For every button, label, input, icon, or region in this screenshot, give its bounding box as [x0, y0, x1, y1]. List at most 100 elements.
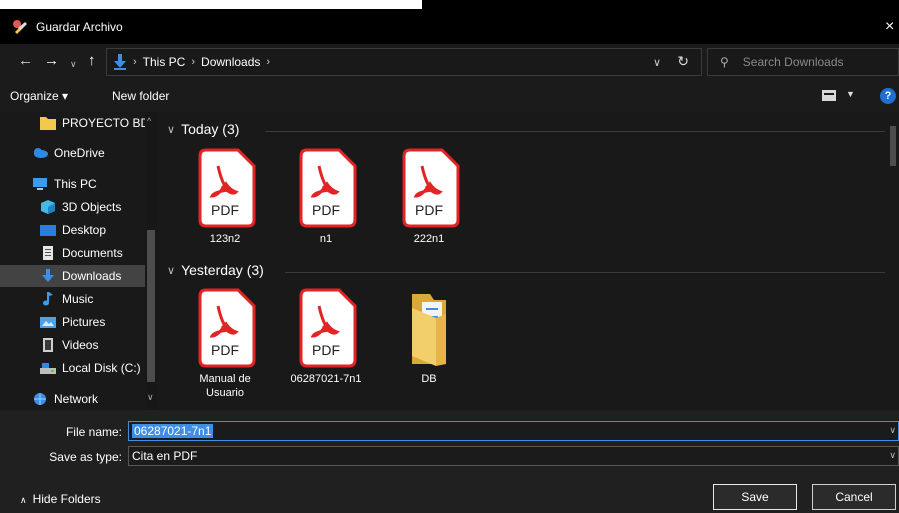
sidebar-item-documents[interactable]: Documents — [0, 242, 145, 264]
file-name-field[interactable]: 06287021-7n1 ∨ — [128, 421, 899, 441]
sidebar-item-desktop[interactable]: Desktop — [0, 219, 145, 241]
chevron-down-icon[interactable]: ▼ — [846, 89, 855, 99]
chevron-up-icon: ∧ — [20, 495, 27, 505]
sidebar-item-local-disk[interactable]: Local Disk (C:) — [0, 357, 145, 379]
title-bar: Guardar Archivo × — [0, 10, 899, 44]
pdf-badge: PDF — [211, 202, 239, 218]
chevron-right-icon: › — [133, 56, 137, 68]
chevron-down-icon[interactable]: ∨ — [889, 425, 896, 436]
file-item[interactable]: PDF Manual de Usuario — [181, 288, 269, 400]
sidebar-item-proyecto[interactable]: PROYECTO BD-P — [0, 112, 145, 134]
command-bar: Organize ▾ New folder ▼ ? — [0, 80, 899, 112]
pdf-badge: PDF — [312, 202, 340, 218]
group-divider — [285, 272, 885, 273]
group-divider — [265, 131, 885, 132]
breadcrumb-this-pc[interactable]: This PC — [143, 55, 186, 69]
group-header-yesterday[interactable]: ∨ Yesterday (3) — [167, 262, 264, 278]
help-icon[interactable]: ? — [880, 88, 896, 104]
forward-arrow-icon[interactable]: → — [44, 53, 59, 69]
chevron-down-icon[interactable]: ∨ — [653, 56, 661, 69]
close-button[interactable]: × — [885, 18, 899, 36]
sidebar-item-downloads[interactable]: Downloads — [0, 265, 145, 287]
sidebar-item-label: This PC — [54, 177, 97, 191]
chevron-right-icon[interactable]: › — [266, 56, 270, 68]
videos-icon — [40, 338, 56, 352]
hide-folders-button[interactable]: ∧ Hide Folders — [20, 492, 101, 506]
sidebar-item-label: Downloads — [62, 269, 122, 283]
sidebar-item-label: Music — [62, 292, 94, 306]
file-item[interactable]: PDF 222n1 — [385, 148, 473, 246]
sidebar-item-label: Network — [54, 392, 99, 406]
document-icon — [40, 246, 56, 260]
scrollbar-thumb[interactable] — [890, 126, 896, 166]
save-button[interactable]: Save — [713, 484, 797, 510]
file-name-label: File name: — [65, 425, 122, 439]
pdf-badge: PDF — [211, 342, 239, 358]
address-bar[interactable]: › This PC › Downloads › ∨ ↻ — [106, 48, 702, 76]
file-item[interactable]: DB — [385, 288, 473, 386]
recent-dropdown-icon[interactable]: ∨ — [70, 56, 77, 72]
file-name: Manual de Usuario — [199, 373, 251, 399]
file-name: n1 — [319, 233, 333, 245]
chevron-down-icon[interactable]: ∨ — [889, 450, 896, 461]
search-placeholder: Search Downloads — [742, 55, 844, 69]
view-options-icon[interactable] — [822, 90, 836, 101]
save-panel: File name: 06287021-7n1 ∨ Save as type: … — [0, 410, 899, 513]
chevron-down-icon[interactable]: ∨ — [147, 392, 154, 403]
chevron-down-icon[interactable]: ∨ — [167, 264, 175, 277]
pictures-icon — [40, 315, 56, 329]
save-type-select[interactable]: Cita en PDF ∨ — [128, 446, 899, 466]
content-scrollbar[interactable] — [887, 112, 899, 410]
organize-button[interactable]: Organize ▾ — [10, 89, 68, 103]
computer-icon — [32, 177, 48, 191]
file-name: 123n2 — [209, 233, 241, 245]
address-row: ← → ∨ ↑ › This PC › Downloads › ∨ ↻ ⚲ Se… — [0, 44, 899, 80]
cube-icon — [40, 200, 56, 214]
sidebar-item-this-pc[interactable]: This PC — [0, 173, 145, 195]
cloud-icon — [32, 146, 48, 160]
sidebar-item-network[interactable]: Network — [0, 388, 145, 410]
back-arrow-icon[interactable]: ← — [18, 53, 33, 69]
file-item[interactable]: PDF 06287021-7n1 — [282, 288, 370, 386]
new-folder-button[interactable]: New folder — [112, 89, 169, 103]
pdf-file-icon: PDF — [293, 288, 359, 368]
scrollbar-thumb[interactable] — [147, 230, 155, 382]
file-name: 222n1 — [413, 233, 445, 245]
refresh-icon[interactable]: ↻ — [677, 53, 689, 70]
pdf-file-icon: PDF — [396, 148, 462, 228]
sidebar-item-label: PROYECTO BD-P — [62, 116, 145, 130]
sidebar-item-label: Documents — [62, 246, 123, 260]
sidebar-item-onedrive[interactable]: OneDrive — [0, 142, 145, 164]
sidebar-item-label: Desktop — [62, 223, 107, 237]
cancel-button[interactable]: Cancel — [812, 484, 896, 510]
search-icon: ⚲ — [720, 55, 729, 69]
pdf-file-icon: PDF — [192, 288, 258, 368]
download-icon — [113, 54, 127, 70]
desktop-icon — [40, 223, 56, 237]
file-item[interactable]: PDF 123n2 — [181, 148, 269, 246]
file-name: 06287021-7n1 — [290, 373, 362, 385]
sidebar-item-music[interactable]: Music — [0, 288, 145, 310]
chevron-down-icon[interactable]: ∨ — [167, 123, 175, 136]
breadcrumb-downloads[interactable]: Downloads — [201, 55, 260, 69]
group-header-today[interactable]: ∨ Today (3) — [167, 121, 239, 137]
sidebar-item-pictures[interactable]: Pictures — [0, 311, 145, 333]
sidebar-item-videos[interactable]: Videos — [0, 334, 145, 356]
file-name: DB — [421, 373, 437, 385]
top-strip — [0, 0, 899, 10]
disk-icon — [40, 361, 56, 375]
file-name-value: 06287021-7n1 — [132, 424, 214, 438]
sidebar-item-3d-objects[interactable]: 3D Objects — [0, 196, 145, 218]
search-input[interactable]: ⚲ Search Downloads — [707, 48, 899, 76]
navigation-pane: PROYECTO BD-P OneDrive This PC 3D Object… — [0, 112, 159, 410]
folder-icon — [40, 116, 56, 130]
sidebar-item-label: 3D Objects — [62, 200, 122, 214]
sidebar-item-label: Videos — [62, 338, 99, 352]
sidebar-scrollbar[interactable]: ^ ∨ — [145, 112, 157, 410]
up-arrow-icon[interactable]: ↑ — [88, 53, 96, 69]
pdf-badge: PDF — [415, 202, 443, 218]
file-item[interactable]: PDF n1 — [282, 148, 370, 246]
app-icon — [12, 19, 28, 35]
chevron-up-icon[interactable]: ^ — [147, 116, 151, 126]
chevron-right-icon[interactable]: › — [191, 56, 195, 68]
